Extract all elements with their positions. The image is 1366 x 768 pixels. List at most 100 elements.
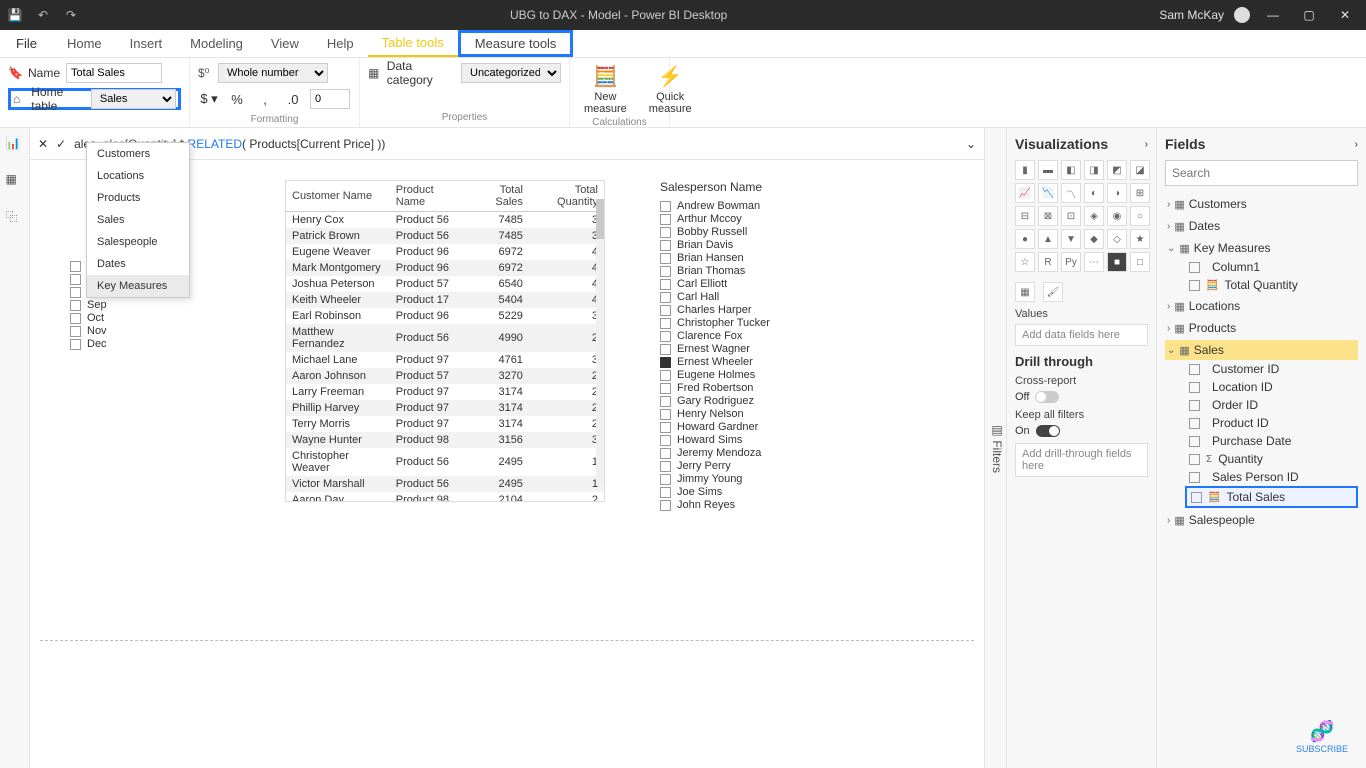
viz-type-icon[interactable]: ▮ [1015,160,1035,180]
table-row[interactable]: Matthew FernandezProduct 5649902 [286,324,604,352]
dropdown-item[interactable]: Products [87,187,189,209]
filters-panel-toggle[interactable]: ▤ Filters [984,128,1006,768]
field-table-header[interactable]: ›▦Locations [1165,296,1358,316]
viz-type-icon[interactable]: ◑ [1107,183,1127,203]
dropdown-item[interactable]: Sales [87,209,189,231]
field-item[interactable]: Purchase Date [1185,432,1358,450]
field-item[interactable]: Customer ID [1185,360,1358,378]
viz-type-icon[interactable]: 📈 [1015,183,1035,203]
comma-button[interactable]: , [254,88,276,110]
slicer-item[interactable]: Carl Elliott [660,278,840,290]
slicer-item[interactable]: Jerry Perry [660,460,840,472]
salesperson-slicer[interactable]: Salesperson Name Andrew BowmanArthur Mcc… [660,180,840,512]
tab-measure-tools[interactable]: Measure tools [458,30,574,57]
close-icon[interactable]: ✕ [1332,8,1358,22]
values-well[interactable]: Add data fields here [1015,324,1148,346]
table-scrollbar[interactable] [596,199,604,483]
new-measure-button[interactable]: 🧮 New measure [578,62,633,117]
file-tab[interactable]: File [0,30,53,57]
viz-type-icon[interactable]: ◉ [1107,206,1127,226]
viz-type-icon[interactable]: ◪ [1130,160,1150,180]
model-view-icon[interactable]: ⿻ [6,208,24,226]
viz-type-icon[interactable]: ⋯ [1084,252,1104,272]
month-item[interactable]: Dec [70,338,170,350]
slicer-item[interactable]: Charles Harper [660,304,840,316]
fields-well-icon[interactable]: ▦ [1015,282,1035,302]
slicer-item[interactable]: Brian Davis [660,239,840,251]
viz-type-icon[interactable]: ◨ [1084,160,1104,180]
slicer-item[interactable]: Fred Robertson [660,382,840,394]
percent-button[interactable]: % [226,88,248,110]
home-table-select[interactable]: Sales [91,89,176,109]
viz-type-icon[interactable]: ◩ [1107,160,1127,180]
slicer-item[interactable]: Ernest Wagner [660,343,840,355]
field-table-header[interactable]: ⌄▦Sales [1165,340,1358,360]
dropdown-item[interactable]: Dates [87,253,189,275]
table-row[interactable]: Mark MontgomeryProduct 9669724 [286,260,604,276]
field-item[interactable]: Location ID [1185,378,1358,396]
undo-icon[interactable]: ↶ [36,8,50,22]
formula-expand-icon[interactable]: ⌄ [966,137,976,151]
field-item[interactable]: Sales Person ID [1185,468,1358,486]
table-row[interactable]: Joshua PetersonProduct 5765404 [286,276,604,292]
table-row[interactable]: Keith WheelerProduct 1754044 [286,292,604,308]
tab-insert[interactable]: Insert [116,30,177,57]
tab-table-tools[interactable]: Table tools [368,30,458,57]
slicer-item[interactable]: Ernest Wheeler [660,356,840,368]
field-table-header[interactable]: ›▦Customers [1165,194,1358,214]
dropdown-item[interactable]: Customers [87,143,189,165]
fields-search-input[interactable] [1165,160,1358,186]
data-category-select[interactable]: Uncategorized [461,63,561,83]
slicer-item[interactable]: Jimmy Young [660,473,840,485]
slicer-item[interactable]: Howard Gardner [660,421,840,433]
slicer-item[interactable]: Henry Nelson [660,408,840,420]
slicer-item[interactable]: Brian Hansen [660,252,840,264]
slicer-item[interactable]: Joe Sims [660,486,840,498]
table-row[interactable]: Michael LaneProduct 9747613 [286,352,604,368]
field-table-header[interactable]: ›▦Products [1165,318,1358,338]
viz-type-icon[interactable]: ★ [1130,229,1150,249]
data-view-icon[interactable]: ▦ [6,172,24,190]
table-row[interactable]: Wayne HunterProduct 9831563 [286,432,604,448]
viz-type-icon[interactable]: ◐ [1084,183,1104,203]
field-item[interactable]: 🧮Total Sales [1185,486,1358,508]
viz-type-icon[interactable]: ◈ [1084,206,1104,226]
viz-type-icon[interactable]: 〽 [1061,183,1081,203]
table-row[interactable]: Terry MorrisProduct 9731742 [286,416,604,432]
field-item[interactable]: 🧮Total Quantity [1185,276,1358,294]
dropdown-item[interactable]: Key Measures [87,275,189,297]
slicer-item[interactable]: Christopher Tucker [660,317,840,329]
viz-type-icon[interactable]: ▼ [1061,229,1081,249]
tab-home[interactable]: Home [53,30,116,57]
viz-type-icon[interactable]: ◆ [1084,229,1104,249]
viz-type-icon[interactable]: ☆ [1015,252,1035,272]
slicer-item[interactable]: John Reyes [660,499,840,511]
table-row[interactable]: Aaron DayProduct 9821042 [286,492,604,501]
slicer-item[interactable]: Brian Thomas [660,265,840,277]
drill-through-well[interactable]: Add drill-through fields here [1015,443,1148,477]
field-item[interactable]: Column1 [1185,258,1358,276]
slicer-item[interactable]: Howard Sims [660,434,840,446]
slicer-item[interactable]: Carl Hall [660,291,840,303]
slicer-item[interactable]: Eugene Holmes [660,369,840,381]
viz-type-icon[interactable]: ⊟ [1015,206,1035,226]
decimals-button[interactable]: .0 [282,88,304,110]
tab-help[interactable]: Help [313,30,368,57]
slicer-item[interactable]: Bobby Russell [660,226,840,238]
table-row[interactable]: Aaron JohnsonProduct 5732702 [286,368,604,384]
month-item[interactable]: Nov [70,325,170,337]
viz-type-icon[interactable]: ⊡ [1061,206,1081,226]
table-row[interactable]: Larry FreemanProduct 9731742 [286,384,604,400]
maximize-icon[interactable]: ▢ [1296,8,1322,22]
viz-type-icon[interactable]: R [1038,252,1058,272]
table-row[interactable]: Phillip HarveyProduct 9731742 [286,400,604,416]
viz-type-icon[interactable]: 📉 [1038,183,1058,203]
currency-button[interactable]: $ ▾ [198,88,220,110]
viz-type-icon[interactable]: ◇ [1107,229,1127,249]
quick-measure-button[interactable]: ⚡ Quick measure [643,62,698,117]
name-input[interactable] [66,63,162,83]
viz-type-icon[interactable]: ▲ [1038,229,1058,249]
fields-collapse-icon[interactable]: › [1355,139,1358,150]
format-select[interactable]: Whole number [218,63,328,83]
field-table-header[interactable]: ›▦Salespeople [1165,510,1358,530]
